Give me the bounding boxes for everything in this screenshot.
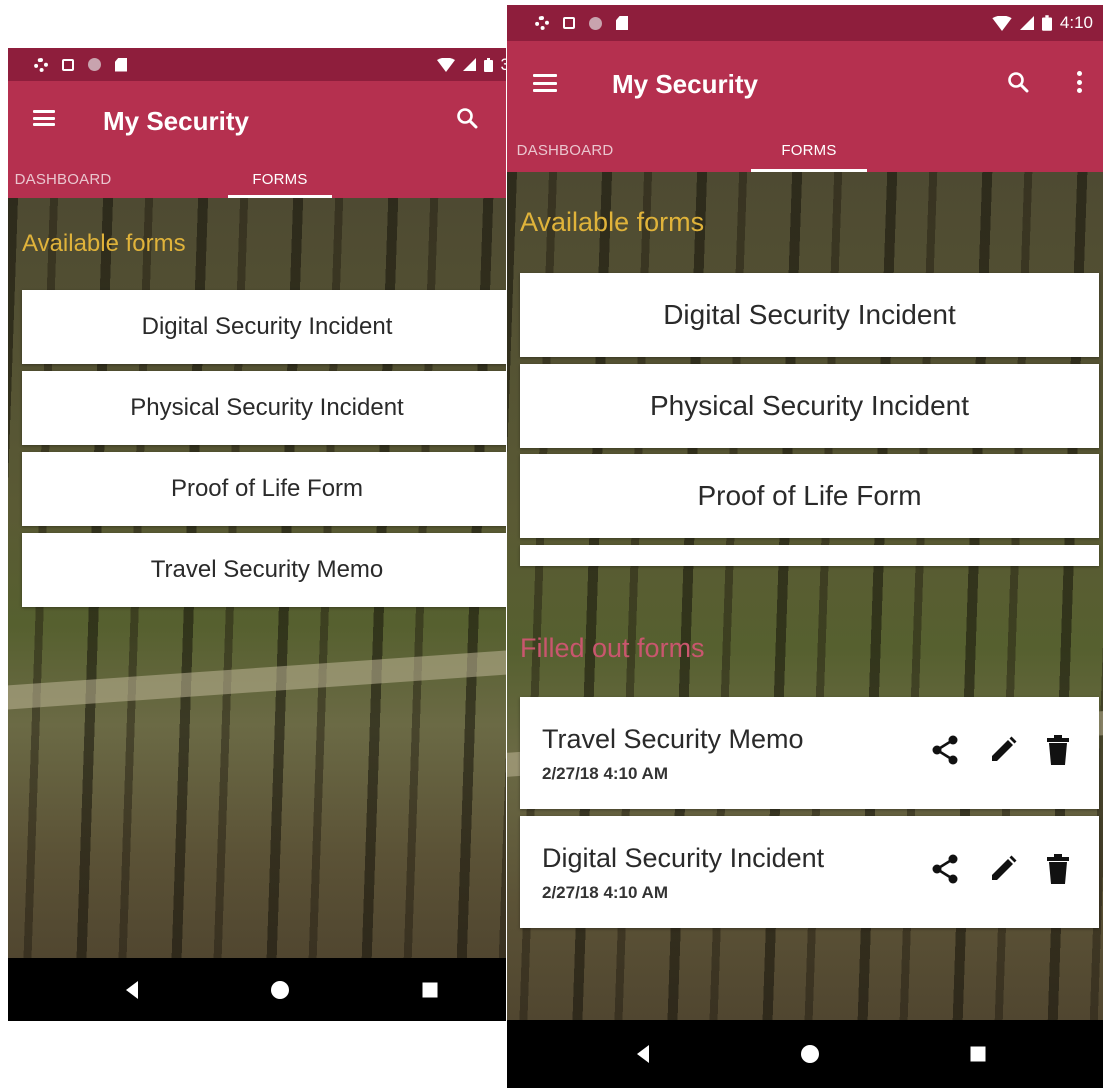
tab-dashboard[interactable]: DASHBOARD	[507, 129, 635, 172]
navigation-bar	[8, 958, 506, 1021]
available-forms-title: Available forms	[22, 230, 186, 257]
recent-apps-icon[interactable]	[970, 1046, 986, 1062]
form-card-label: Proof of Life Form	[697, 480, 922, 511]
delete-icon[interactable]	[1047, 854, 1069, 884]
settings-icon	[34, 57, 48, 72]
filled-form-date: 2/27/18 4:10 AM	[542, 883, 668, 902]
a-notification-icon	[563, 17, 575, 29]
form-card-travel-security-memo[interactable]: Travel Security Memo	[22, 533, 506, 607]
form-card-proof-of-life[interactable]: Proof of Life Form	[520, 454, 1099, 538]
form-card-label: Proof of Life Form	[170, 475, 364, 502]
form-card-label: Travel Security Memo	[150, 556, 384, 583]
filled-form-card[interactable]: Digital Security Incident 2/27/18 4:10 A…	[520, 816, 1099, 928]
form-card-proof-of-life[interactable]: Proof of Life Form	[22, 452, 506, 526]
signal-icon	[462, 58, 476, 71]
left-phone-screen: 3 My Security DASHBOARD FORMS Available …	[8, 48, 506, 1021]
a-notification-icon	[62, 58, 74, 71]
share-icon[interactable]	[931, 854, 959, 884]
app-bar: My Security	[8, 81, 506, 161]
form-card-digital-security-incident[interactable]: Digital Security Incident	[22, 290, 506, 364]
more-options-icon[interactable]	[1077, 71, 1082, 93]
filled-form-card[interactable]: Travel Security Memo 2/27/18 4:10 AM	[520, 697, 1099, 809]
form-card-digital-security-incident[interactable]: Digital Security Incident	[520, 273, 1099, 357]
navigation-bar	[507, 1020, 1103, 1088]
tab-forms[interactable]: FORMS	[751, 129, 867, 172]
status-time: 4:10	[1059, 13, 1093, 32]
wifi-icon	[992, 15, 1012, 31]
tab-indicator	[228, 195, 332, 198]
status-bar: 4:10	[507, 5, 1103, 41]
back-icon[interactable]	[126, 980, 138, 999]
app-title: My Security	[103, 106, 249, 136]
tab-dashboard[interactable]: DASHBOARD	[8, 161, 128, 198]
available-forms-title: Available forms	[520, 207, 705, 237]
edit-icon[interactable]	[989, 736, 1017, 764]
app-bar: My Security	[507, 41, 1103, 129]
form-card-partially-visible[interactable]	[520, 545, 1099, 566]
home-icon[interactable]	[271, 980, 289, 999]
filled-form-date: 2/27/18 4:10 AM	[542, 764, 668, 783]
home-icon[interactable]	[801, 1045, 819, 1063]
form-card-label: Digital Security Incident	[141, 313, 393, 340]
back-icon[interactable]	[637, 1045, 649, 1063]
menu-icon[interactable]	[33, 110, 55, 126]
filled-forms-title: Filled out forms	[520, 633, 705, 663]
app-title: My Security	[612, 69, 758, 99]
tab-bar: DASHBOARD FORMS	[507, 129, 1103, 172]
form-card-label: Physical Security Incident	[649, 390, 970, 421]
circle-notification-icon	[589, 16, 602, 30]
share-icon[interactable]	[931, 735, 959, 765]
battery-icon	[483, 57, 493, 72]
search-icon[interactable]	[456, 107, 478, 129]
circle-notification-icon	[88, 58, 101, 71]
right-phone-screen: 4:10 My Security DASHBOARD FORMS Availab…	[507, 5, 1103, 1088]
status-bar: 3	[8, 48, 506, 81]
delete-icon[interactable]	[1047, 735, 1069, 765]
form-card-label: Digital Security Incident	[663, 299, 956, 330]
form-card-physical-security-incident[interactable]: Physical Security Incident	[520, 364, 1099, 448]
status-time: 3	[500, 54, 506, 74]
sd-card-icon	[616, 16, 628, 30]
wifi-icon	[436, 57, 455, 72]
signal-icon	[1019, 16, 1034, 30]
search-icon[interactable]	[1007, 71, 1029, 93]
tab-forms[interactable]: FORMS	[228, 161, 332, 198]
sd-card-icon	[115, 57, 127, 72]
filled-form-name: Digital Security Incident	[542, 843, 825, 873]
filled-form-name: Travel Security Memo	[542, 724, 804, 754]
form-card-label: Physical Security Incident	[130, 394, 404, 421]
form-card-physical-security-incident[interactable]: Physical Security Incident	[22, 371, 506, 445]
menu-icon[interactable]	[533, 74, 557, 92]
battery-icon	[1041, 15, 1052, 31]
settings-icon	[535, 16, 549, 30]
edit-icon[interactable]	[989, 855, 1017, 883]
recent-apps-icon[interactable]	[422, 982, 438, 997]
tab-indicator	[751, 169, 867, 172]
tab-bar: DASHBOARD FORMS	[8, 161, 506, 198]
